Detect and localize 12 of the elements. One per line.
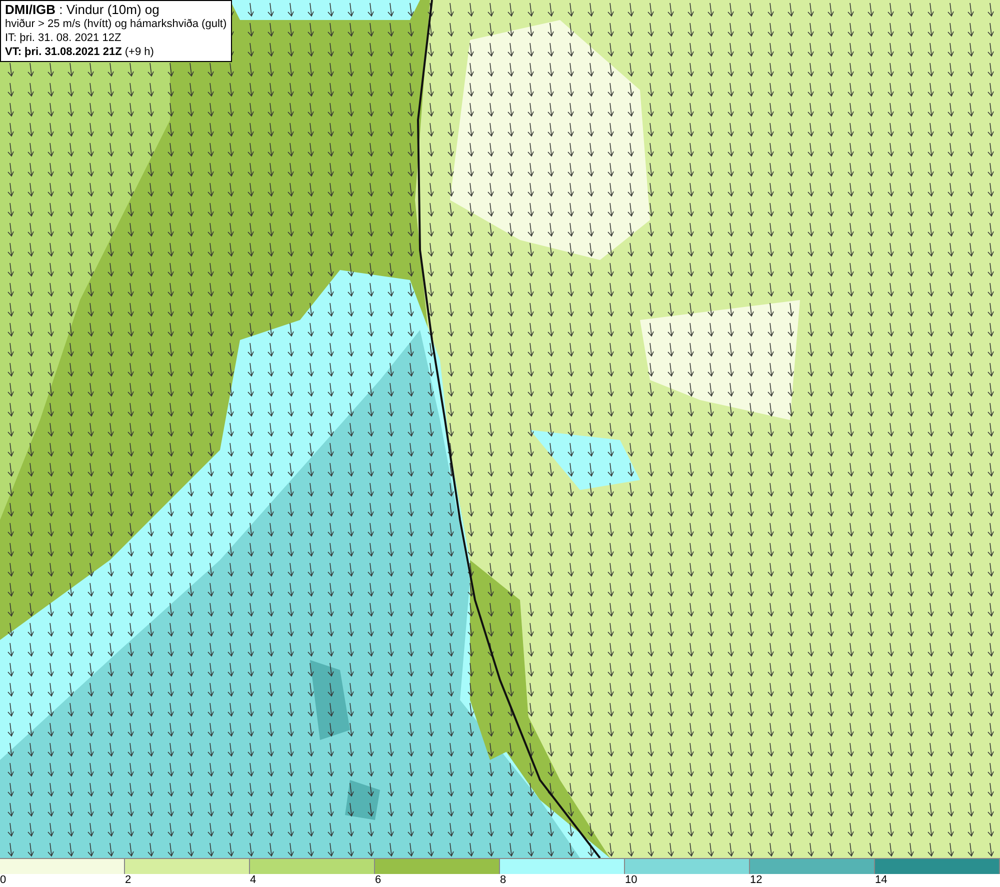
legend-label: 6 [375,874,382,887]
info-text: DMI/IGB : Vindur (10m) og [5,3,160,17]
info-text: IT: þri. 31. 08. 2021 12Z [5,31,122,45]
legend-label: 14 [875,874,888,887]
info-text: VT: þri. 31.08.2021 21Z (+9 h) [5,45,155,59]
legend-label: 0 [0,874,6,887]
legend-label: 12 [750,874,762,887]
legend-label: 8 [500,874,506,887]
legend-label: 4 [250,874,256,887]
info-text: hviður > 25 m/s (hvítt) og hámarkshviða (gult) [5,17,227,31]
legend-label: 10 [625,874,638,887]
legend-label: 2 [125,874,132,887]
